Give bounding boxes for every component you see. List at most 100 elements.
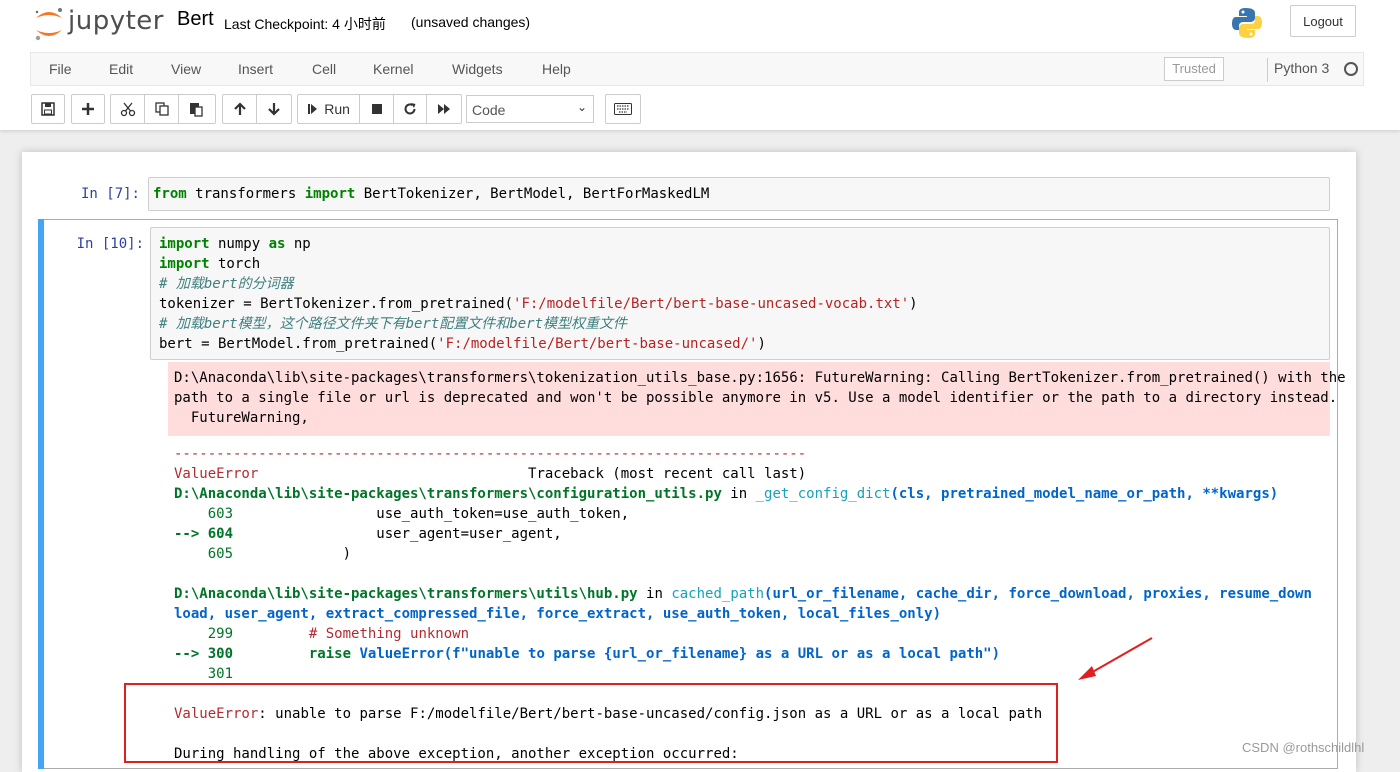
code-token: bert = BertModel.from_pretrained( xyxy=(159,336,438,352)
notebook-name[interactable]: Bert xyxy=(177,8,214,31)
kernel-name[interactable]: Python 3 xyxy=(1274,60,1329,76)
menu-help[interactable]: Help xyxy=(542,53,571,87)
code-token: --> 300 xyxy=(174,646,234,662)
code-token: # 加载bert的分词器 xyxy=(159,276,294,292)
code-token: torch xyxy=(209,256,261,272)
code-token: _get_config_dict xyxy=(755,486,891,502)
code-token: cached_path xyxy=(671,586,765,602)
selected-cell-bar xyxy=(38,219,44,769)
cell-type-select[interactable]: Code ⌄ xyxy=(466,95,594,123)
restart-run-all-button[interactable] xyxy=(427,95,461,123)
traceback-line xyxy=(174,564,1334,584)
save-button[interactable] xyxy=(32,95,64,123)
cell-2-prompt: In [10]: xyxy=(76,236,144,252)
arrow-down-icon xyxy=(268,103,280,116)
code-token: numpy xyxy=(209,236,269,252)
code-token: 603 xyxy=(174,506,234,522)
insert-cell-button[interactable] xyxy=(72,95,104,123)
restart-button[interactable] xyxy=(394,95,428,123)
code-token: ValueError xyxy=(174,466,259,482)
code-token: raise xyxy=(308,646,352,662)
copy-button[interactable] xyxy=(145,95,179,123)
highlight-box xyxy=(124,683,1058,763)
fast-forward-icon xyxy=(438,104,451,114)
code-token: ----------------------------------------… xyxy=(174,446,807,462)
menu-widgets[interactable]: Widgets xyxy=(452,53,503,87)
code-token: user_agent=user_agent, xyxy=(233,526,562,542)
stop-icon xyxy=(371,104,382,114)
code-token: D:\Anaconda\lib\site-packages\transforme… xyxy=(174,486,722,502)
checkpoint-status: Last Checkpoint: 4 小时前 xyxy=(224,16,386,32)
logo-text: jupyter xyxy=(68,6,164,36)
move-group xyxy=(222,94,292,124)
stderr-line: D:\Anaconda\lib\site-packages\transforme… xyxy=(174,370,1346,386)
move-down-button[interactable] xyxy=(257,95,291,123)
code-token: (url_or_filename, cache_dir, force_downl… xyxy=(764,586,1312,602)
cell-2-input[interactable]: import numpy as np import torch # 加载bert… xyxy=(150,227,1330,360)
paste-button[interactable] xyxy=(179,95,213,123)
code-token: BertTokenizer, BertModel, BertForMaskedL… xyxy=(355,186,710,202)
menu-kernel[interactable]: Kernel xyxy=(373,53,413,87)
code-token: --> 604 xyxy=(174,526,234,542)
code-token: 'F:/modelfile/Bert/bert-base-uncased/' xyxy=(437,336,758,352)
traceback-line: load, user_agent, extract_compressed_fil… xyxy=(174,604,1334,624)
jupyter-logo[interactable]: jupyter xyxy=(32,4,164,41)
code-token: from xyxy=(153,186,187,202)
menu-edit[interactable]: Edit xyxy=(109,53,133,87)
traceback-line: 301 xyxy=(174,664,1334,684)
code-token: ) xyxy=(909,296,918,312)
stderr-line: path to a single file or url is deprecat… xyxy=(174,390,1338,406)
command-palette-group xyxy=(605,94,641,124)
logout-button[interactable]: Logout xyxy=(1290,5,1356,37)
code-token: 'F:/modelfile/Bert/bert-base-uncased-voc… xyxy=(513,296,910,312)
code-line: # 加载bert的分词器 xyxy=(159,274,1321,294)
code-token: load, user_agent, extract_compressed_fil… xyxy=(174,606,942,622)
watermark: CSDN @rothschildlhl xyxy=(1242,740,1365,755)
code-token: tokenizer = BertTokenizer.from_pretraine… xyxy=(159,296,514,312)
code-token: transformers xyxy=(186,186,305,202)
code-token: import xyxy=(159,236,210,252)
code-token: # Something unknown xyxy=(308,626,470,642)
code-token: 301 xyxy=(174,666,234,682)
move-up-button[interactable] xyxy=(223,95,257,123)
scissors-icon xyxy=(120,102,135,117)
code-token: 605 xyxy=(174,546,234,562)
interrupt-button[interactable] xyxy=(360,95,394,123)
kernel-idle-icon xyxy=(1344,62,1358,76)
keyboard-icon xyxy=(614,103,632,115)
stderr-line: FutureWarning, xyxy=(174,410,309,426)
cell-1-input[interactable]: from transformers import BertTokenizer, … xyxy=(148,177,1330,211)
restart-icon xyxy=(404,103,416,115)
traceback-line: --> 300 raise ValueError(f"unable to par… xyxy=(174,644,1334,664)
menu-cell[interactable]: Cell xyxy=(312,53,336,87)
traceback-line: 605 ) xyxy=(174,544,1334,564)
code-line: from transformers import BertTokenizer, … xyxy=(153,184,1325,204)
traceback-line: D:\Anaconda\lib\site-packages\transforme… xyxy=(174,484,1334,504)
code-token: ValueError(f"unable to parse {url_or_fil… xyxy=(351,646,1001,662)
menu-view[interactable]: View xyxy=(171,53,201,87)
menu-file[interactable]: File xyxy=(49,53,72,87)
edit-group xyxy=(110,94,216,124)
code-token: Traceback (most recent call last) xyxy=(258,466,807,482)
command-palette-button[interactable] xyxy=(606,95,640,123)
cut-button[interactable] xyxy=(111,95,145,123)
menu-insert[interactable]: Insert xyxy=(238,53,273,87)
traceback-line: 299 # Something unknown xyxy=(174,624,1334,644)
code-token: np xyxy=(285,236,311,252)
stderr-output: D:\Anaconda\lib\site-packages\transforme… xyxy=(168,362,1346,436)
trusted-indicator[interactable]: Trusted xyxy=(1164,57,1224,81)
code-line: import torch xyxy=(159,254,1321,274)
code-token: in xyxy=(637,586,672,602)
save-icon xyxy=(41,102,55,116)
kernel-divider xyxy=(1267,58,1268,82)
code-token: import xyxy=(304,186,356,202)
notebook-header: jupyter Bert Last Checkpoint: 4 小时前 (uns… xyxy=(0,0,1400,130)
run-button[interactable]: Run xyxy=(298,95,361,123)
code-line: # 加载bert模型，这个路径文件夹下有bert配置文件和bert模型权重文件 xyxy=(159,314,1321,334)
cell-1-prompt: In [7]: xyxy=(80,186,140,202)
traceback-line: --> 604 user_agent=user_agent, xyxy=(174,524,1334,544)
plus-icon xyxy=(82,103,94,115)
code-line: tokenizer = BertTokenizer.from_pretraine… xyxy=(159,294,1321,314)
